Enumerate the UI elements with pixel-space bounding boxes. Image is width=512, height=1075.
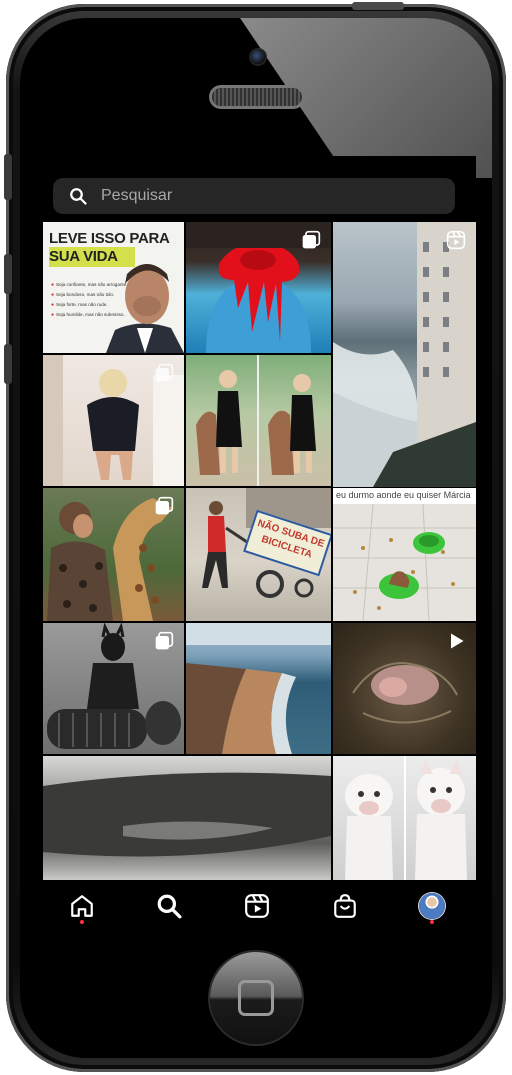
carousel-icon [155,363,174,382]
nav-home[interactable] [60,886,104,926]
front-camera [251,50,265,64]
post-tile-sea-waves[interactable] [333,222,476,487]
poster-headline-line1: LEVE ISSO PARA [49,230,170,247]
search-icon [158,894,182,919]
volume-up-button [4,254,12,294]
dog-bowls-image [333,503,476,621]
post-tile-kids-dogs[interactable] [186,355,331,486]
earpiece-speaker [212,88,302,106]
post-tile-white-dogs[interactable] [333,756,476,880]
explore-grid: LEVE ISSO PARA SUA VIDA Seja confiante, … [43,222,476,882]
reels-badge-icon [446,230,466,250]
kids-dogs-image [196,355,316,486]
carousel-icon [155,496,174,515]
post-tile-woman-giraffe[interactable] [43,488,184,621]
carousel-icon [302,230,321,249]
nav-shop[interactable] [323,886,367,926]
play-icon [451,633,464,649]
bottom-navigation [38,884,476,928]
post-tile-coast-aerial[interactable] [186,623,331,754]
white-dogs-image [345,756,467,880]
blurry-video-image [43,772,331,857]
notification-dot [79,920,84,924]
post-tile-hippo-water[interactable] [333,623,476,754]
coast-aerial-image [186,623,331,754]
post-tile-dog-bowls[interactable]: eu durmo aonde eu quiser Márcia [333,488,476,621]
mute-switch [4,154,12,200]
search-input[interactable]: Pesquisar [53,178,455,214]
nav-search[interactable] [147,886,191,926]
home-button[interactable] [210,952,302,1044]
reels-icon [245,894,269,918]
volume-down-button [4,344,12,384]
man-portrait [106,264,184,353]
post-tile-red-slime[interactable] [186,222,331,353]
post-tile-catwoman[interactable] [43,623,184,754]
home-icon [70,895,93,917]
shop-icon [333,894,356,918]
notification-dot [430,920,435,924]
home-button-square-icon [238,980,274,1016]
instagram-explore-screen: Pesquisar LEVE ISSO PARA SUA VIDA Seja c… [38,156,476,928]
post-tile-woman-sweater[interactable] [43,355,184,486]
search-icon [70,188,87,205]
post-tile-poster[interactable]: LEVE ISSO PARA SUA VIDA Seja confiante, … [43,222,184,353]
post-tile-blurry-video[interactable] [43,756,331,880]
waves-image [333,222,476,487]
carousel-icon [155,631,174,650]
nav-reels[interactable] [235,886,279,926]
avatar [419,893,446,919]
post-tile-cart-man[interactable]: NÃO SUBA DE BICICLETA [186,488,331,621]
power-button [352,2,404,10]
search-placeholder: Pesquisar [101,187,173,204]
nav-profile[interactable] [410,886,454,926]
